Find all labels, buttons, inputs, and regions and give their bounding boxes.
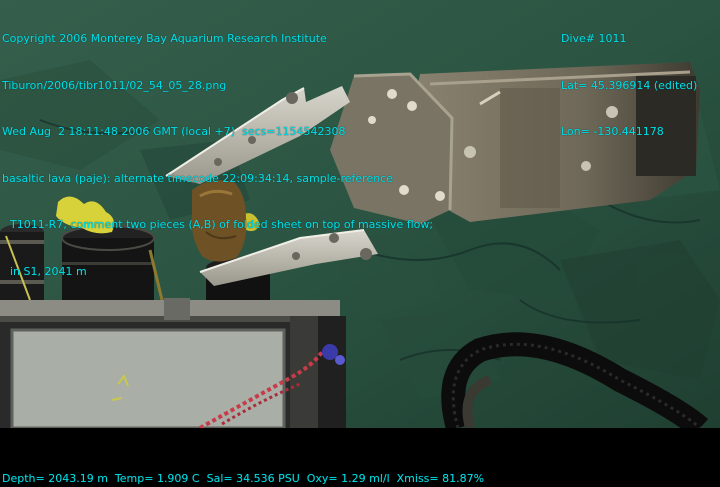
caption-top-right: Dive# 1011 Lat= 45.396914 (edited) Lon= … — [561, 0, 697, 171]
caption-sample-type: basaltic lava (paje): alternate timecode… — [2, 171, 393, 185]
caption-top-left: Copyright 2006 Monterey Bay Aquarium Res… — [2, 0, 433, 310]
caption-dive-number: Dive# 1011 — [561, 32, 627, 45]
caption-location: in S1, 2041 m — [10, 264, 87, 278]
caption-timestamp: Wed Aug 2 18:11:48 2006 GMT (local +7) s… — [2, 125, 346, 138]
caption-copyright: Copyright 2006 Monterey Bay Aquarium Res… — [2, 32, 327, 45]
caption-latitude: Lat= 45.396914 (edited) — [561, 78, 698, 92]
caption-longitude: Lon= -130.441178 — [561, 125, 664, 138]
caption-sensor-readout: Depth= 2043.19 m Temp= 1.909 C Sal= 34.5… — [2, 472, 485, 485]
rov-tray — [0, 298, 346, 428]
caption-comment: T1011-R7, comment two pieces (A,B) of fo… — [10, 218, 434, 231]
caption-filename: Tiburon/2006/tibr1011/02_54_05_28.png — [2, 78, 227, 92]
video-frame: Copyright 2006 Monterey Bay Aquarium Res… — [0, 0, 720, 486]
